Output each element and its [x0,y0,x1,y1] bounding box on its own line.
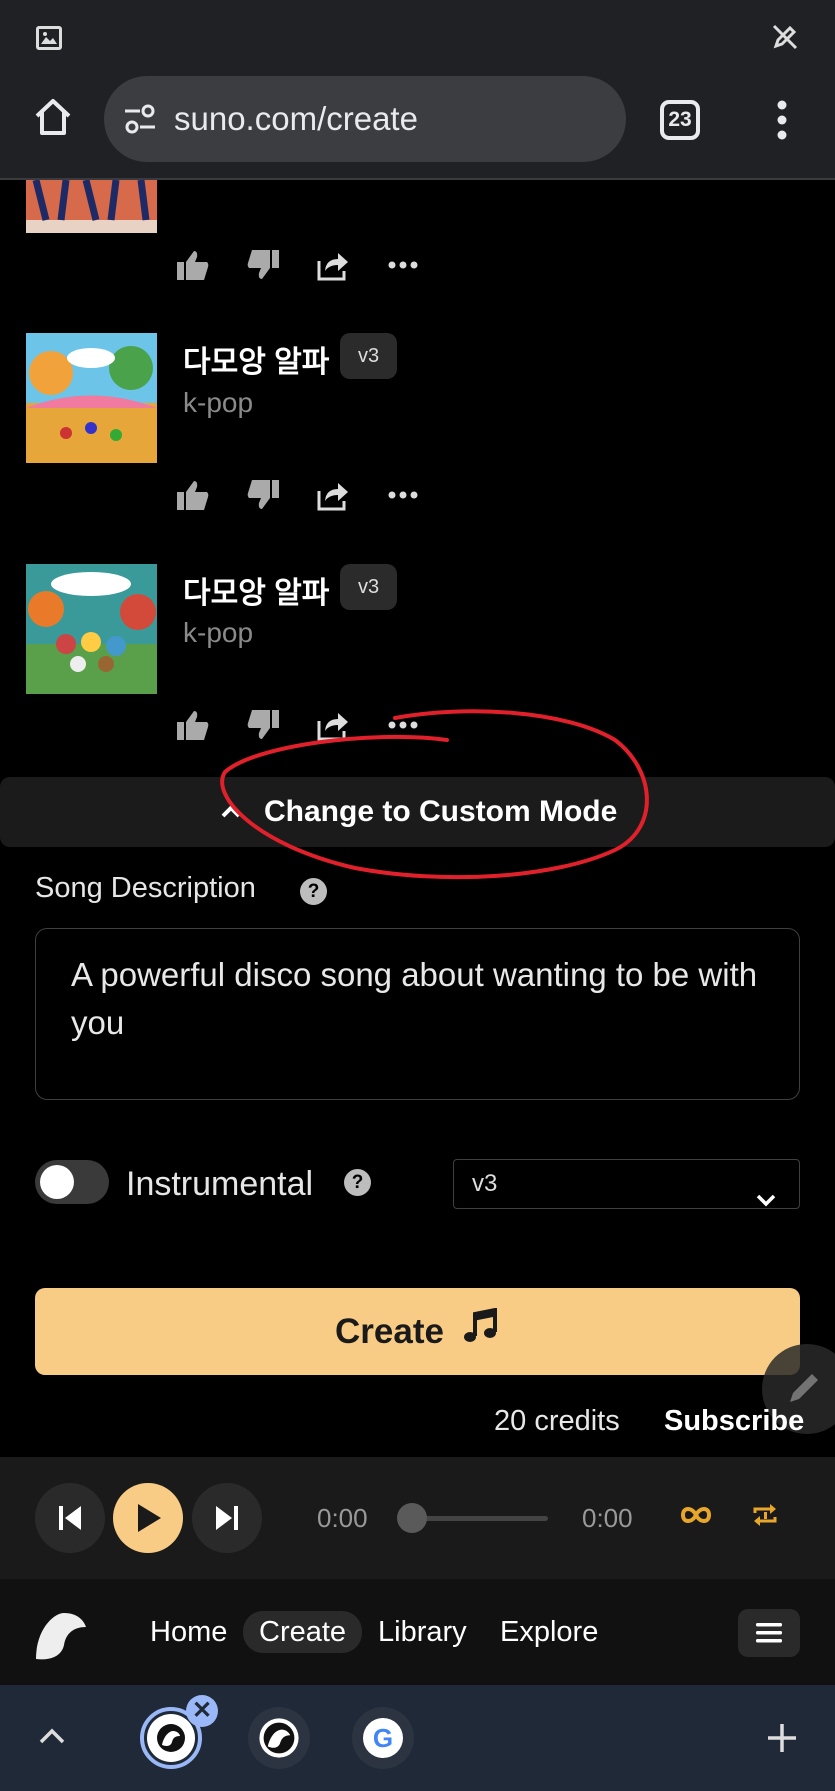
url-text: suno.com/create [174,100,418,137]
song-title[interactable]: 다모앙 알파 [183,337,329,381]
repeat-icon[interactable] [752,1501,778,1534]
thumbs-down-icon[interactable] [243,245,283,285]
song-thumbnail[interactable] [26,564,157,694]
create-label: Create [335,1311,444,1351]
song-genre: k-pop [183,387,254,418]
play-icon [138,1504,161,1532]
next-button[interactable] [192,1483,262,1553]
image-icon [36,26,62,50]
thumbs-up-icon[interactable] [173,705,213,745]
more-horiz-icon[interactable] [383,475,423,515]
nav-create[interactable]: Create [243,1611,363,1653]
suno-tab-icon [147,1714,195,1762]
infinity-icon[interactable] [680,1505,712,1530]
chevron-up-icon[interactable] [38,1727,66,1750]
subscribe-link[interactable]: Subscribe [664,1405,804,1438]
skip-previous-icon [59,1506,81,1530]
tab-switcher-button[interactable]: 23 [660,100,700,140]
annotation-circle [220,709,649,880]
current-time: 0:00 [317,1503,368,1533]
new-tab-icon[interactable] [766,1722,798,1759]
nav-home[interactable]: Home [150,1579,227,1685]
previous-button[interactable] [35,1483,105,1553]
share-icon[interactable] [313,475,353,515]
pen-off-icon [770,22,800,57]
google-icon: G [363,1718,403,1758]
menu-button[interactable] [738,1609,800,1657]
address-bar[interactable]: suno.com/create [104,76,626,162]
instrumental-toggle[interactable] [35,1160,109,1204]
player-bar: 0:00 0:00 [0,1457,835,1579]
create-button[interactable]: Create [35,1288,800,1375]
song-actions [173,245,433,285]
share-icon[interactable] [313,245,353,285]
skip-next-icon [216,1506,238,1530]
progress-handle[interactable] [397,1503,427,1533]
model-version-select[interactable]: v3 [453,1159,800,1209]
site-settings-icon[interactable] [122,102,158,141]
model-version-value: v3 [472,1170,498,1197]
song-genre: k-pop [183,617,254,648]
song-description-label: Song Description [35,872,256,904]
thumbs-up-icon[interactable] [173,475,213,515]
instrumental-label: Instrumental [126,1165,314,1203]
total-time: 0:00 [582,1503,633,1533]
status-bar [0,0,835,72]
version-badge: v3 [340,564,397,610]
tab-strip: ✕ G [0,1685,835,1791]
browser-toolbar: suno.com/create 23 [0,72,835,180]
nav-explore[interactable]: Explore [500,1579,598,1685]
pencil-icon [790,1374,818,1402]
home-icon[interactable] [32,96,74,143]
more-vert-icon[interactable] [776,100,788,140]
music-note-icon [462,1307,500,1355]
version-badge: v3 [340,333,397,379]
hamburger-icon [756,1623,782,1643]
help-icon[interactable]: ? [344,1169,371,1196]
play-button[interactable] [113,1483,183,1553]
bottom-nav: Home Create Library Explore [0,1579,835,1685]
song-thumbnail[interactable] [26,180,157,233]
suno-logo[interactable] [34,1609,88,1666]
toggle-knob [40,1165,74,1199]
help-icon[interactable]: ? [300,878,327,905]
suno-tab-icon [259,1718,299,1758]
nav-library[interactable]: Library [378,1579,467,1685]
song-thumbnail[interactable] [26,333,157,463]
chevron-down-icon [755,1176,777,1223]
thumbs-down-icon[interactable] [243,475,283,515]
thumbs-up-icon[interactable] [173,245,213,285]
song-description-input[interactable]: A powerful disco song about wanting to b… [35,928,800,1100]
more-horiz-icon[interactable] [383,245,423,285]
credits-count: 20 credits [494,1405,620,1437]
close-tab-icon[interactable]: ✕ [186,1695,218,1727]
tab-google[interactable]: G [352,1707,414,1769]
song-title[interactable]: 다모앙 알파 [183,568,329,612]
tab-suno[interactable] [248,1707,310,1769]
song-actions [173,475,433,515]
